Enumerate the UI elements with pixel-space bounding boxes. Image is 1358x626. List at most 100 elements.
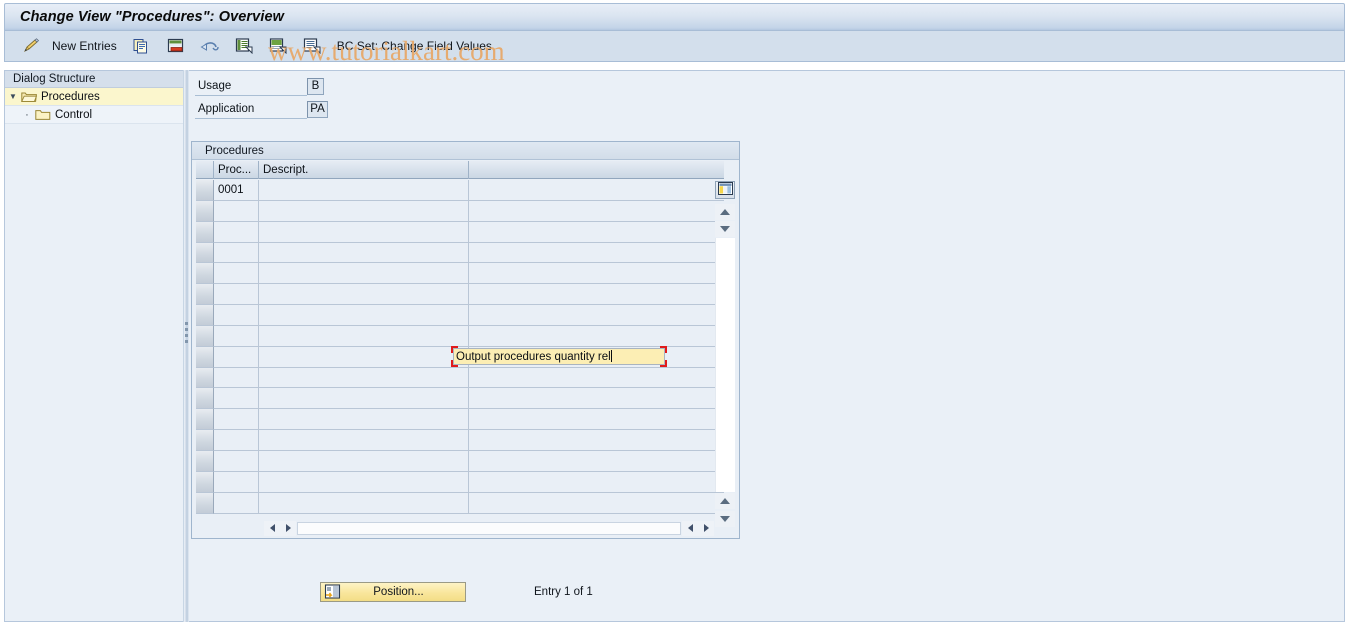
position-button[interactable]: Position... [320, 582, 466, 602]
cell-proc[interactable] [214, 492, 259, 514]
cell-proc[interactable] [214, 200, 259, 222]
grid-header-descript[interactable]: Descript. [259, 161, 469, 179]
copy-button[interactable] [129, 35, 155, 57]
table-row[interactable]: 0001 [196, 180, 724, 201]
cell-descript[interactable] [259, 471, 469, 493]
cell-proc[interactable] [214, 367, 259, 389]
cell-proc[interactable] [214, 284, 259, 306]
cell-descript[interactable] [259, 388, 469, 410]
horizontal-scrollbar-track[interactable] [297, 521, 681, 535]
folder-icon [35, 108, 51, 121]
scroll-up-one-button[interactable] [715, 204, 735, 220]
cell-descript[interactable] [259, 180, 469, 201]
cell-descript[interactable] [259, 263, 469, 285]
application-input[interactable]: PA [307, 101, 328, 118]
row-select-button[interactable] [196, 305, 214, 326]
vertical-scrollbar-track[interactable] [715, 238, 735, 492]
cell-filler [469, 388, 724, 410]
deselect-all-button[interactable] [265, 35, 291, 57]
cell-proc[interactable] [214, 305, 259, 326]
grid-header-proc[interactable]: Proc... [214, 161, 259, 179]
undo-button[interactable] [197, 35, 223, 57]
table-row[interactable] [196, 325, 724, 347]
table-row[interactable] [196, 409, 724, 431]
cell-descript[interactable] [259, 221, 469, 243]
cell-proc[interactable] [214, 346, 259, 368]
table-row[interactable] [196, 242, 724, 264]
details-button[interactable] [299, 35, 325, 57]
row-select-button[interactable] [196, 346, 214, 368]
horizontal-scrollbar[interactable] [264, 520, 714, 536]
select-all-button[interactable] [231, 35, 257, 57]
cell-descript[interactable] [259, 305, 469, 326]
table-settings-button[interactable] [715, 181, 735, 199]
row-select-button[interactable] [196, 325, 214, 347]
table-row[interactable] [196, 430, 724, 451]
cell-descript[interactable] [259, 346, 469, 368]
row-select-button[interactable] [196, 180, 214, 201]
new-entries-button[interactable]: New Entries [52, 35, 117, 57]
table-row[interactable] [196, 221, 724, 243]
sidebar-item-control[interactable]: · Control [5, 106, 187, 124]
cell-descript[interactable] [259, 430, 469, 451]
cell-descript[interactable] [259, 325, 469, 347]
row-select-button[interactable] [196, 200, 214, 222]
table-row[interactable] [196, 492, 724, 514]
cell-descript[interactable] [259, 367, 469, 389]
table-row[interactable] [196, 367, 724, 389]
expander-triangle-icon[interactable]: ▼ [5, 92, 21, 101]
scroll-page-up-button[interactable] [715, 493, 735, 509]
usage-input[interactable]: B [307, 78, 324, 95]
scroll-down-one-button[interactable] [715, 221, 735, 237]
table-row[interactable] [196, 305, 724, 326]
cell-proc[interactable] [214, 471, 259, 493]
descript-input[interactable]: Output procedures quantity rel [453, 348, 665, 365]
cell-proc[interactable] [214, 450, 259, 472]
row-select-button[interactable] [196, 221, 214, 243]
row-select-button[interactable] [196, 242, 214, 264]
row-select-button[interactable] [196, 492, 214, 514]
cell-descript[interactable] [259, 492, 469, 514]
sidebar-item-procedures[interactable]: ▼ Procedures [5, 88, 187, 106]
cell-proc[interactable] [214, 430, 259, 451]
row-select-button[interactable] [196, 367, 214, 389]
table-row[interactable] [196, 200, 724, 222]
cell-proc[interactable] [214, 409, 259, 431]
table-row[interactable] [196, 450, 724, 472]
scroll-page-down-button[interactable] [715, 511, 735, 527]
cell-proc[interactable] [214, 242, 259, 264]
cell-descript[interactable] [259, 200, 469, 222]
cell-proc[interactable] [214, 388, 259, 410]
cell-proc[interactable]: 0001 [214, 180, 259, 201]
scroll-left-button[interactable] [264, 520, 280, 536]
pencil-icon [20, 36, 42, 56]
scroll-right-end-button[interactable] [698, 520, 714, 536]
row-select-button[interactable] [196, 430, 214, 451]
row-select-button[interactable] [196, 409, 214, 431]
cell-descript[interactable] [259, 284, 469, 306]
arrow-left-icon [687, 524, 693, 532]
table-row[interactable] [196, 284, 724, 306]
row-select-button[interactable] [196, 263, 214, 285]
cell-descript[interactable] [259, 242, 469, 264]
bc-set-change-field-values-button[interactable]: BC Set: Change Field Values [337, 35, 492, 57]
scroll-left-end-button[interactable] [682, 520, 698, 536]
descript-edit-cell[interactable]: Output procedures quantity rel [451, 346, 667, 367]
cell-proc[interactable] [214, 221, 259, 243]
cell-filler [469, 367, 724, 389]
table-row[interactable] [196, 263, 724, 285]
edit-toggle-button[interactable] [18, 35, 44, 57]
cell-descript[interactable] [259, 409, 469, 431]
row-select-button[interactable] [196, 388, 214, 410]
table-row[interactable] [196, 388, 724, 410]
cell-proc[interactable] [214, 325, 259, 347]
table-row[interactable] [196, 471, 724, 493]
delete-row-button[interactable] [163, 35, 189, 57]
cell-descript[interactable] [259, 450, 469, 472]
row-select-button[interactable] [196, 284, 214, 306]
scroll-right-button[interactable] [280, 520, 296, 536]
row-select-button[interactable] [196, 450, 214, 472]
cell-proc[interactable] [214, 263, 259, 285]
grid-header-select-all[interactable] [196, 161, 214, 179]
row-select-button[interactable] [196, 471, 214, 493]
